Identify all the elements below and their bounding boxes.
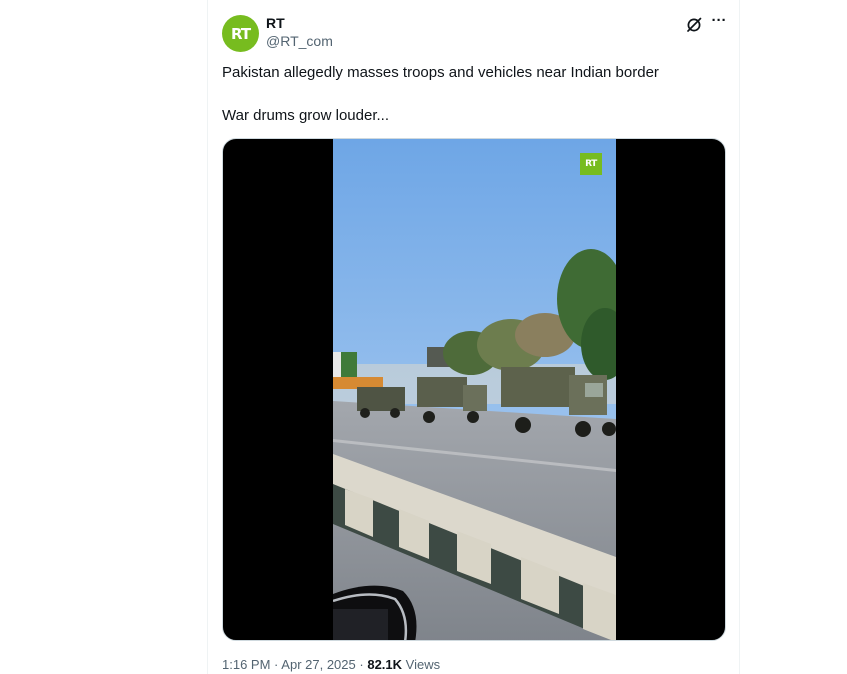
tweet-meta: 1:16 PM · Apr 27, 2025 · 82.1K Views	[222, 657, 440, 672]
avatar[interactable]: RT	[222, 15, 259, 52]
author-display-name[interactable]: RT	[266, 15, 285, 31]
tweet-text-line: Pakistan allegedly masses troops and veh…	[222, 64, 659, 81]
tweet-video[interactable]: RT	[222, 138, 726, 641]
tweet-text: Pakistan allegedly masses troops and veh…	[222, 63, 722, 126]
more-icon[interactable]: ···	[709, 13, 729, 32]
meta-separator: ·	[274, 657, 279, 672]
page: RT RT @RT_com ··· Pakistan allegedly mas…	[0, 0, 847, 674]
tweet-date[interactable]: Apr 27, 2025	[281, 657, 355, 672]
tweet-header: RT RT @RT_com ···	[222, 13, 732, 54]
rt-watermark-logo: RT	[580, 153, 602, 175]
meta-separator: ·	[359, 657, 364, 672]
author-handle[interactable]: @RT_com	[266, 33, 333, 49]
views-label: Views	[405, 657, 441, 672]
avatar-logo-text: RT	[230, 24, 251, 43]
views-count[interactable]: 82.1K	[367, 657, 402, 672]
grok-icon[interactable]	[685, 16, 703, 34]
video-frame	[333, 139, 616, 640]
tweet-time[interactable]: 1:16 PM	[222, 657, 270, 672]
tweet-text-line: War drums grow louder...	[222, 107, 389, 124]
